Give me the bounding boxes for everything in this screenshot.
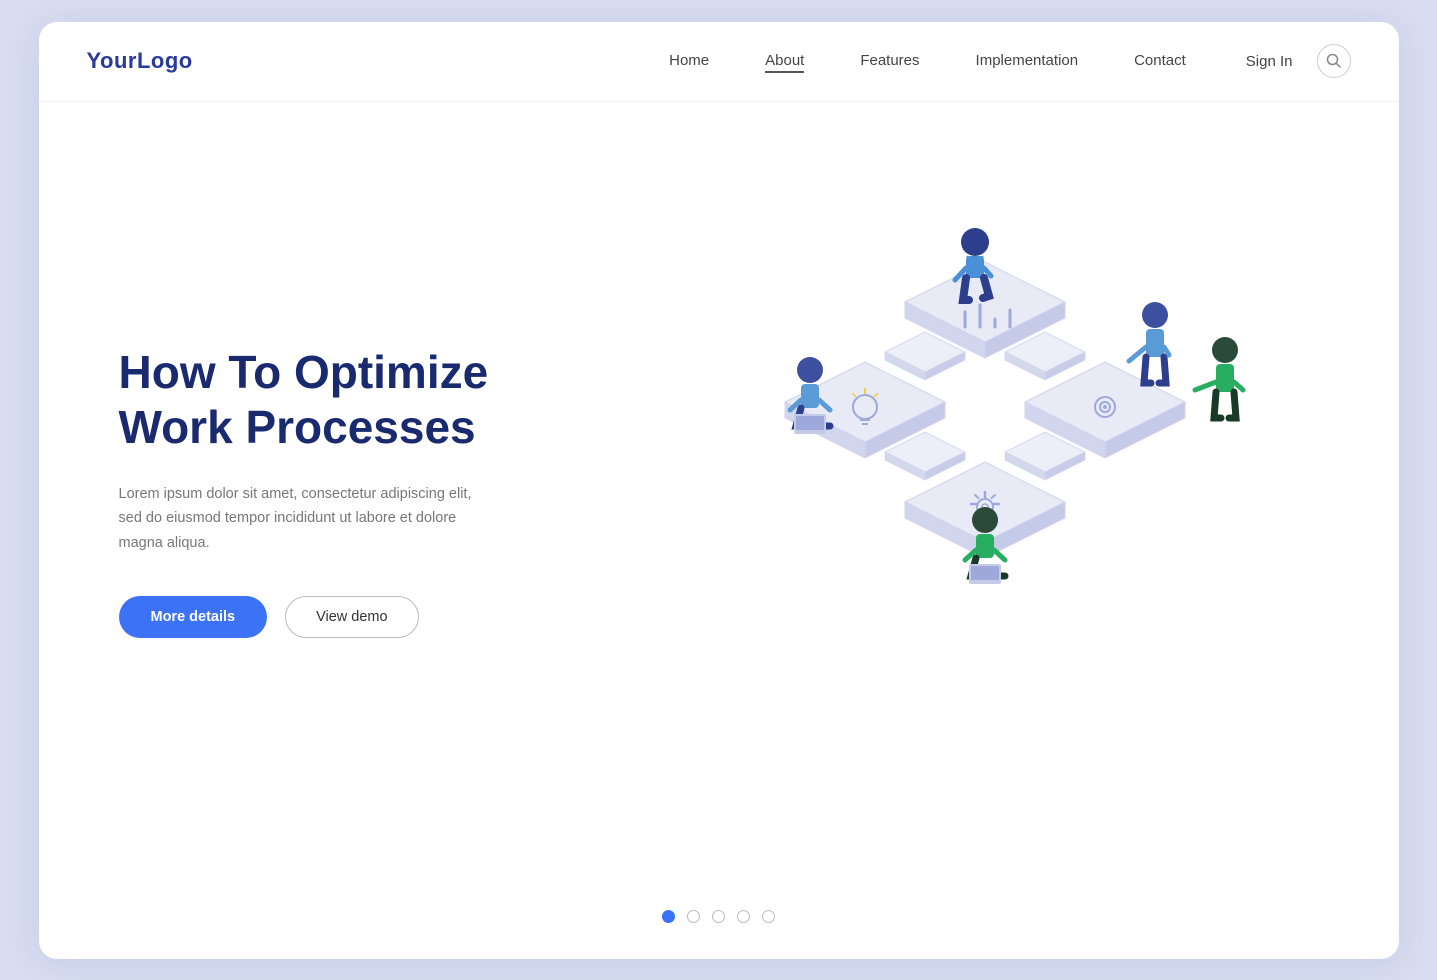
nav-right: Sign In	[1246, 44, 1351, 78]
nav-item-home[interactable]: Home	[669, 52, 709, 70]
nav-links: Home About Features Implementation Conta…	[669, 52, 1186, 70]
slide-dot-5[interactable]	[762, 910, 775, 923]
slide-dot-2[interactable]	[687, 910, 700, 923]
nav-link-implementation[interactable]: Implementation	[976, 52, 1079, 69]
logo[interactable]: YourLogo	[87, 48, 193, 74]
navbar: YourLogo Home About Features Implementat…	[39, 22, 1399, 102]
nav-link-home[interactable]: Home	[669, 52, 709, 69]
hero-description: Lorem ipsum dolor sit amet, consectetur …	[119, 482, 479, 556]
nav-item-implementation[interactable]: Implementation	[976, 52, 1079, 70]
search-button[interactable]	[1317, 44, 1351, 78]
slide-dots	[39, 882, 1399, 959]
hero-illustration	[539, 142, 1351, 842]
nav-link-contact[interactable]: Contact	[1134, 52, 1186, 69]
hero-title: How To Optimize Work Processes	[119, 345, 539, 454]
browser-frame: YourLogo Home About Features Implementat…	[39, 22, 1399, 959]
search-icon	[1326, 53, 1342, 69]
slide-dot-3[interactable]	[712, 910, 725, 923]
isometric-scene	[665, 202, 1305, 782]
signin-link[interactable]: Sign In	[1246, 53, 1293, 70]
btn-row: More details View demo	[119, 596, 539, 638]
hero-section: How To Optimize Work Processes Lorem ips…	[39, 102, 1399, 882]
hero-left: How To Optimize Work Processes Lorem ips…	[119, 345, 539, 637]
nav-link-features[interactable]: Features	[860, 52, 919, 69]
slide-dot-4[interactable]	[737, 910, 750, 923]
nav-item-contact[interactable]: Contact	[1134, 52, 1186, 70]
nav-item-features[interactable]: Features	[860, 52, 919, 70]
nav-item-about[interactable]: About	[765, 52, 804, 70]
nav-link-about[interactable]: About	[765, 52, 804, 73]
more-details-button[interactable]: More details	[119, 596, 268, 638]
slide-dot-1[interactable]	[662, 910, 675, 923]
view-demo-button[interactable]: View demo	[285, 596, 418, 638]
